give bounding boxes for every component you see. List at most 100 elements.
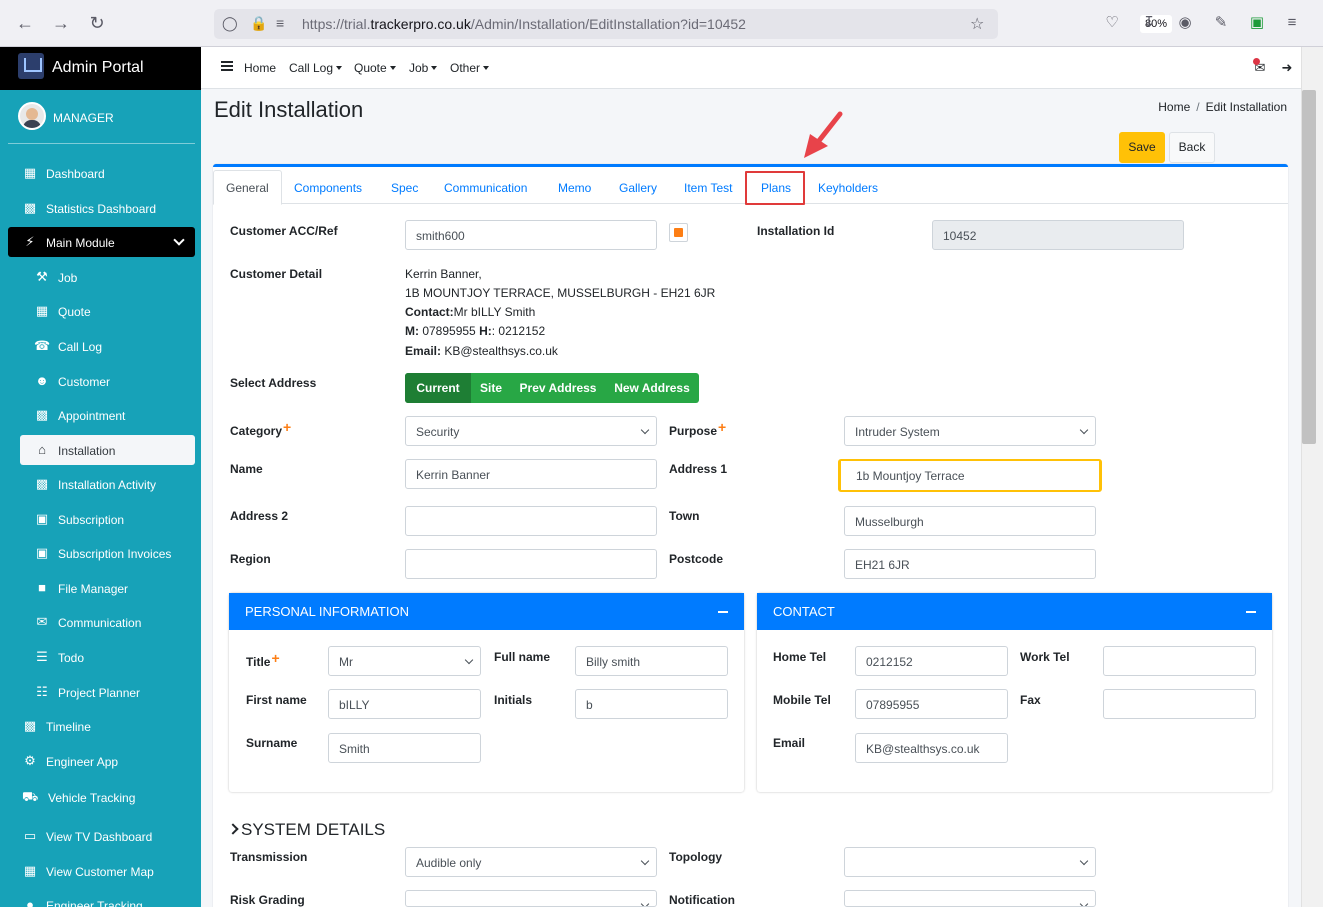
tab-communication[interactable]: Communication xyxy=(444,181,527,195)
shield-icon[interactable]: ◯ xyxy=(222,15,238,32)
sidebar-item-vehicle-tracking[interactable]: ⛟ Vehicle Tracking xyxy=(8,782,195,812)
mobile-tel-input[interactable]: 07895955 xyxy=(855,689,1008,719)
collapse-icon[interactable] xyxy=(1246,611,1256,613)
installation-id-input[interactable]: 10452 xyxy=(932,220,1184,250)
email-label: Email xyxy=(773,736,806,750)
download-icon[interactable]: ↧ xyxy=(1140,14,1158,32)
tab-components[interactable]: Components xyxy=(294,181,362,195)
sidebar-item-subscription-invoices[interactable]: ▣ Subscription Invoices xyxy=(8,538,195,568)
nav-other[interactable]: Other xyxy=(450,61,490,75)
reload-icon[interactable]: ↻ xyxy=(86,12,108,34)
notification-select[interactable] xyxy=(844,890,1096,907)
url-text[interactable]: https://trial.trackerpro.co.uk/Admin/Ins… xyxy=(302,16,746,32)
tab-gallery[interactable]: Gallery xyxy=(619,181,657,195)
save-ref-icon[interactable] xyxy=(669,223,688,242)
purpose-select[interactable]: Intruder System xyxy=(844,416,1096,446)
address2-input[interactable] xyxy=(405,506,657,536)
tab-item-test[interactable]: Item Test xyxy=(684,181,732,195)
breadcrumb-home[interactable]: Home xyxy=(1158,100,1190,114)
sidebar-item-installation[interactable]: ⌂ Installation xyxy=(20,435,195,465)
work-tel-input[interactable] xyxy=(1103,646,1256,676)
user-panel[interactable]: MANAGER xyxy=(18,102,198,134)
tab-spec[interactable]: Spec xyxy=(391,181,418,195)
region-input[interactable] xyxy=(405,549,657,579)
town-input[interactable]: Musselburgh xyxy=(844,506,1096,536)
menu-icon[interactable]: ≡ xyxy=(1283,14,1301,32)
back-arrow-icon[interactable]: ← xyxy=(14,12,36,34)
sidebar-item-timeline[interactable]: ▩ Timeline xyxy=(8,711,195,741)
firstname-input[interactable]: bILLY xyxy=(328,689,481,719)
customer-ref-input[interactable]: smith600 xyxy=(405,220,657,250)
pocket-icon[interactable]: ♡ xyxy=(1103,14,1121,32)
lock-icon[interactable]: 🔒 xyxy=(250,15,267,32)
name-input[interactable]: Kerrin Banner xyxy=(405,459,657,489)
sidebar-item-call-log[interactable]: ☎ Call Log xyxy=(8,331,195,361)
save-button[interactable]: Save xyxy=(1119,132,1165,163)
scrollbar-thumb[interactable] xyxy=(1302,90,1316,444)
tab-memo[interactable]: Memo xyxy=(558,181,591,195)
tab-keyholders[interactable]: Keyholders xyxy=(818,181,878,195)
required-icon: + xyxy=(283,419,292,435)
sidebar-item-customer[interactable]: ☻ Customer xyxy=(8,366,195,396)
sidebar-item-statistics-dashboard[interactable]: ▩ Statistics Dashboard xyxy=(8,193,195,223)
home-tel-input[interactable]: 0212152 xyxy=(855,646,1008,676)
envelope-icon: ✉ xyxy=(36,614,48,629)
sidebar-item-todo[interactable]: ☰ Todo xyxy=(8,642,195,672)
sidebar-item-subscription[interactable]: ▣ Subscription xyxy=(8,504,195,534)
risk-grading-select[interactable] xyxy=(405,890,657,907)
nav-quote[interactable]: Quote xyxy=(354,61,396,75)
title-select[interactable]: Mr xyxy=(328,646,481,676)
sidebar-item-view-tv-dashboard[interactable]: ▭ View TV Dashboard xyxy=(8,821,195,851)
category-label: Category+ xyxy=(230,419,292,438)
customer-detail-email: Email: KB@stealthsys.co.uk xyxy=(405,344,558,358)
sidebar-item-job[interactable]: ⚒ Job xyxy=(8,262,195,292)
fullname-input[interactable]: Billy smith xyxy=(575,646,728,676)
sidebar-item-dashboard[interactable]: ▦ Dashboard xyxy=(8,158,195,188)
sidebar-item-project-planner[interactable]: ☷ Project Planner xyxy=(8,677,195,707)
nav-job[interactable]: Job xyxy=(409,61,438,75)
extensions-icon[interactable]: ✎ xyxy=(1212,14,1230,32)
site-address-button[interactable]: Site xyxy=(471,373,511,403)
calendar-icon: ▩ xyxy=(35,407,49,422)
sidebar-item-quote[interactable]: ▦ Quote xyxy=(8,296,195,326)
sidebar-item-view-customer-map[interactable]: ▦ View Customer Map xyxy=(8,856,195,886)
logout-icon[interactable]: ➜ xyxy=(1279,60,1295,76)
hamburger-icon[interactable] xyxy=(221,61,233,71)
address1-input[interactable]: 1b Mountjoy Terrace xyxy=(838,459,1102,492)
tv-icon: ▭ xyxy=(23,828,37,843)
sidebar-item-installation-activity[interactable]: ▩ Installation Activity xyxy=(8,469,195,499)
collapse-icon[interactable] xyxy=(718,611,728,613)
forward-arrow-icon[interactable]: → xyxy=(50,12,72,34)
fax-input[interactable] xyxy=(1103,689,1256,719)
bookmark-star-icon[interactable]: ☆ xyxy=(970,14,984,34)
risk-grading-label: Risk Grading xyxy=(230,893,305,907)
topology-select[interactable] xyxy=(844,847,1096,877)
category-select[interactable]: Security xyxy=(405,416,657,446)
transmission-select[interactable]: Audible only xyxy=(405,847,657,877)
current-address-button[interactable]: Current xyxy=(405,373,471,403)
nav-call-log[interactable]: Call Log xyxy=(289,61,343,75)
list-icon: ☰ xyxy=(36,649,48,664)
new-address-button[interactable]: New Address xyxy=(605,373,699,403)
address-bar[interactable]: ◯ 🔒 ≡ https://trial.trackerpro.co.uk/Adm… xyxy=(214,9,1172,39)
initials-input[interactable]: b xyxy=(575,689,728,719)
tab-general[interactable]: General xyxy=(213,170,282,205)
back-button[interactable]: Back xyxy=(1169,132,1215,163)
customer-detail-contact: Contact:Mr bILLY Smith xyxy=(405,305,536,319)
account-icon[interactable]: ◉ xyxy=(1176,14,1194,32)
sidebar-item-main-module[interactable]: ⚡ Main Module xyxy=(8,227,195,257)
surname-input[interactable]: Smith xyxy=(328,733,481,763)
sidebar-item-communication[interactable]: ✉ Communication xyxy=(8,607,195,637)
sidebar-item-engineer-tracking[interactable]: ● Engineer Tracking xyxy=(8,890,195,907)
permissions-icon[interactable]: ≡ xyxy=(276,15,284,31)
email-input[interactable]: KB@stealthsys.co.uk xyxy=(855,733,1008,763)
brand[interactable]: Admin Portal xyxy=(0,47,201,90)
sidebar-item-appointment[interactable]: ▩ Appointment xyxy=(8,400,195,430)
sidebar-item-engineer-app[interactable]: ⚙ Engineer App xyxy=(8,746,195,776)
nav-home[interactable]: Home xyxy=(244,61,276,75)
sidebar-item-file-manager[interactable]: ■ File Manager xyxy=(8,573,195,603)
postcode-input[interactable]: EH21 6JR xyxy=(844,549,1096,579)
system-details-header[interactable]: SYSTEM DETAILS xyxy=(227,820,385,840)
prev-address-button[interactable]: Prev Address xyxy=(511,373,605,403)
extension-green-icon[interactable]: ▣ xyxy=(1248,14,1266,32)
